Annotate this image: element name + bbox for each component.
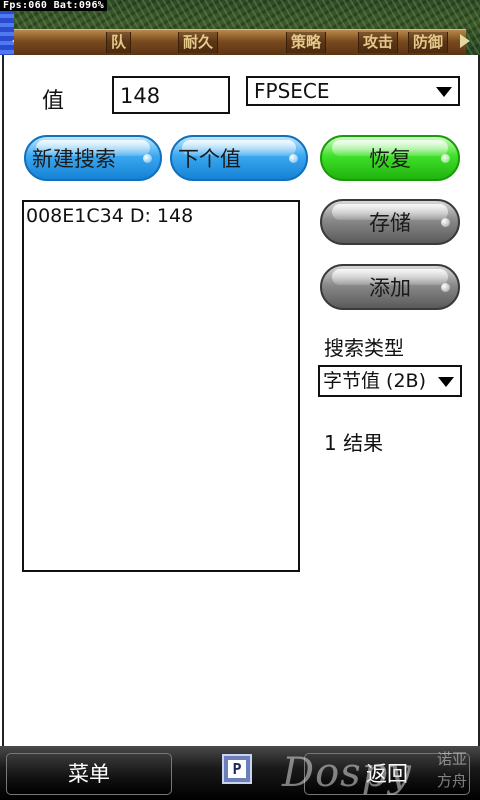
game-tab-defense[interactable]: 防御: [408, 32, 449, 53]
result-count: 1 结果: [324, 431, 384, 455]
search-type-value: 字节值 (2B): [323, 370, 426, 392]
game-background-strip: Fps:060 Bat:096% 队 耐久 策略 攻击 防御: [0, 0, 480, 55]
restore-label: 恢复: [369, 147, 411, 171]
next-value-button[interactable]: 下个值: [170, 135, 308, 181]
search-type-dropdown[interactable]: 字节值 (2B): [318, 365, 462, 397]
game-tab-durability[interactable]: 耐久: [178, 32, 219, 53]
dropdown-arrow-icon[interactable]: [436, 87, 452, 97]
next-value-label: 下个值: [178, 147, 241, 171]
button-dot-icon: [441, 218, 450, 227]
app-launcher-icon[interactable]: P: [222, 754, 252, 784]
button-dot-icon: [289, 154, 298, 163]
search-type-label: 搜索类型: [324, 336, 404, 360]
game-tab-strategy[interactable]: 策略: [286, 32, 327, 53]
restore-button[interactable]: 恢复: [320, 135, 460, 181]
watermark-logo: Dospy: [282, 750, 412, 796]
game-menu-bar: 队 耐久 策略 攻击 防御: [14, 29, 466, 55]
value-label: 值: [42, 89, 65, 114]
p-glyph-icon: P: [228, 760, 246, 778]
results-list[interactable]: 008E1C34 D: 148: [22, 200, 300, 572]
process-dropdown[interactable]: FPSECE: [246, 76, 460, 106]
fps-battery-status: Fps:060 Bat:096%: [0, 0, 108, 11]
scroll-right-icon[interactable]: [460, 34, 470, 48]
softkey-bar: 菜单 P 返回 Dospy 诺亚方舟: [0, 746, 480, 800]
button-dot-icon: [441, 154, 450, 163]
add-button[interactable]: 添加: [320, 264, 460, 310]
new-search-label: 新建搜索: [32, 147, 116, 171]
menu-softkey[interactable]: 菜单: [6, 753, 172, 795]
save-button[interactable]: 存储: [320, 199, 460, 245]
dropdown-arrow-icon[interactable]: [438, 377, 454, 387]
button-dot-icon: [441, 283, 450, 292]
value-input[interactable]: 148: [112, 76, 230, 114]
process-dropdown-value: FPSECE: [254, 79, 330, 103]
memory-search-dialog: 值 148 FPSECE 新建搜索 下个值 恢复 008E1C34 D: 148…: [2, 55, 480, 746]
game-tab-attack[interactable]: 攻击: [358, 32, 399, 53]
game-tab-team[interactable]: 队: [106, 32, 132, 53]
new-search-button[interactable]: 新建搜索: [24, 135, 162, 181]
save-label: 存储: [369, 211, 411, 235]
add-label: 添加: [369, 276, 411, 300]
watermark-cn-text: 诺亚方舟: [436, 750, 467, 790]
list-item[interactable]: 008E1C34 D: 148: [24, 202, 298, 230]
button-dot-icon: [143, 154, 152, 163]
